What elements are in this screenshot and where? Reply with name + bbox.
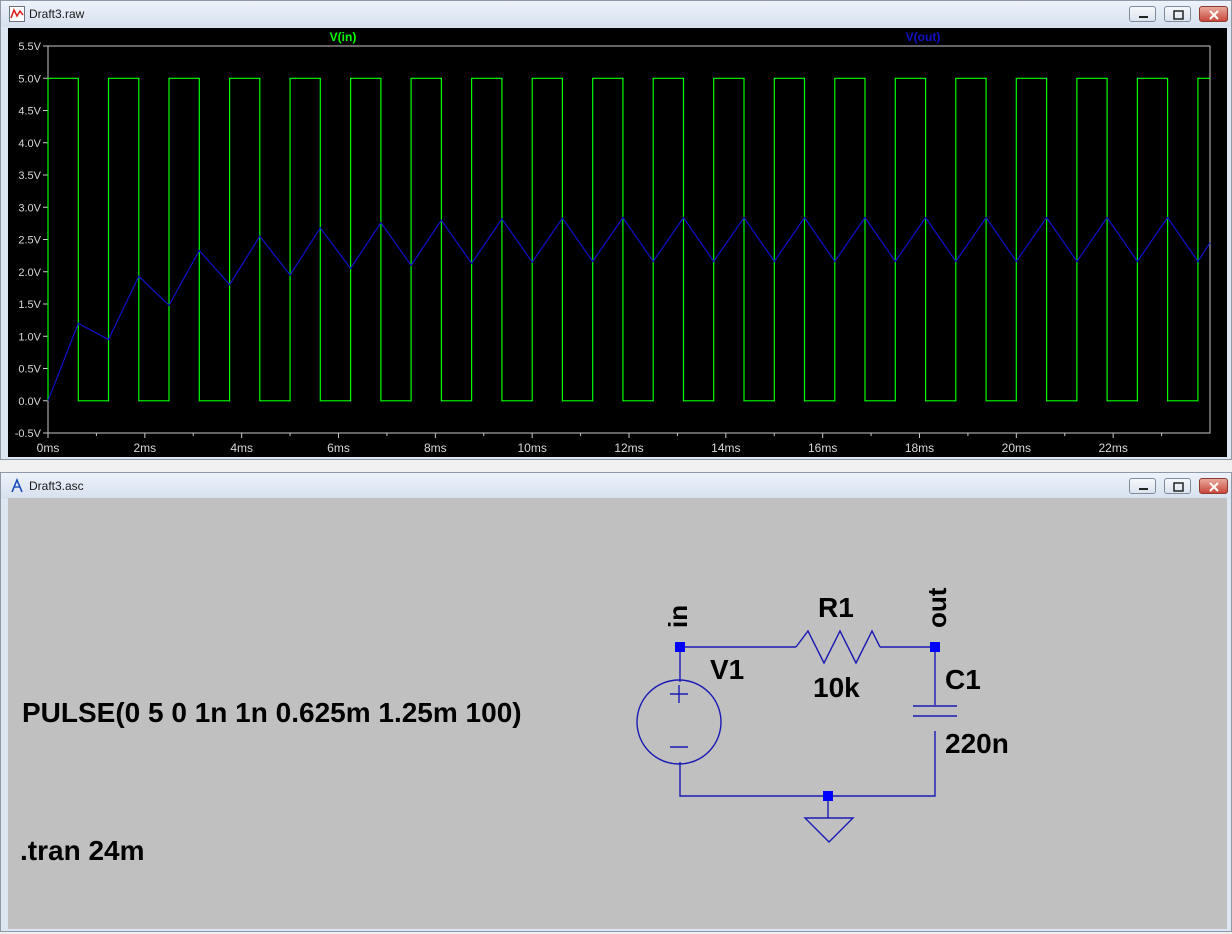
plot-frame [47,45,1211,434]
waveform-window: Draft3.raw 5.5V 5.0V 4.5V 4.0V 3.5V 3.0V 2.5V 2… [0,0,1232,460]
y-tick-label: 3.5V [18,170,41,182]
node-in-dot [675,642,685,652]
schematic-canvas[interactable]: in out R1 10k V1 C1 220n PULSE(0 5 0 1n … [8,498,1227,929]
waveform-window-titlebar[interactable]: Draft3.raw [1,1,1231,27]
y-tick-label: 5.5V [18,41,41,53]
net-label-out[interactable]: out [922,588,953,628]
y-tick-label: -0.5V [15,428,42,440]
close-button[interactable] [1199,6,1228,22]
waveform-icon [9,6,25,22]
close-icon [1209,482,1219,492]
y-tick-label: 3.0V [18,202,41,214]
resistor-name[interactable]: R1 [818,592,854,624]
x-tick-label: 10ms [517,441,546,455]
trace-vin[interactable] [47,77,1210,402]
schematic-window: Draft3.asc in out R1 10k V1 C1 220n PULS… [0,472,1232,932]
schematic-window-titlebar[interactable]: Draft3.asc [1,473,1231,499]
x-tick-label: 4ms [230,441,253,455]
y-tick-label: 1.0V [18,331,41,343]
close-button[interactable] [1199,478,1228,494]
legend-label-vin[interactable]: V(in) [330,30,357,44]
restore-icon [1173,10,1184,20]
capacitor-c1-symbol [913,705,957,717]
y-tick-label: 2.5V [18,235,41,247]
restore-icon [1173,482,1184,492]
node-out-dot [930,642,940,652]
y-tick-label: 2.0V [18,267,41,279]
x-tick-label: 8ms [424,441,447,455]
x-tick-label: 2ms [133,441,156,455]
x-tick-label: 14ms [711,441,740,455]
x-tick-label: 18ms [905,441,934,455]
minimize-button[interactable] [1129,478,1156,494]
capacitor-name[interactable]: C1 [945,664,981,696]
waveform-plot[interactable]: 5.5V 5.0V 4.5V 4.0V 3.5V 3.0V 2.5V 2.0V 1.5V 1.0V… [8,28,1227,457]
ground-symbol [803,817,855,843]
voltage-source-v1-symbol [636,679,722,765]
x-tick-label: 22ms [1098,441,1127,455]
tran-directive[interactable]: .tran 24m [20,835,145,867]
wire-v1-to-ground [679,731,936,797]
capacitor-value[interactable]: 220n [945,728,1009,760]
y-tick-label: 0.5V [18,364,41,376]
pulse-directive[interactable]: PULSE(0 5 0 1n 1n 0.625m 1.25m 100) [22,697,522,729]
x-tick-label: 12ms [614,441,643,455]
schematic-window-title: Draft3.asc [29,479,84,493]
x-tick-label: 0ms [37,441,60,455]
y-tick-label: 5.0V [18,73,41,85]
x-tick-label: 16ms [808,441,837,455]
trace-vout[interactable] [47,216,1211,402]
minimize-icon [1139,16,1148,18]
x-tick-label: 6ms [327,441,350,455]
y-tick-label: 0.0V [18,396,41,408]
minimize-icon [1139,488,1148,490]
maximize-button[interactable] [1164,6,1191,22]
y-tick-label: 4.5V [18,106,41,118]
resistor-r1-symbol [795,629,881,665]
resistor-value[interactable]: 10k [813,672,860,704]
minimize-button[interactable] [1129,6,1156,22]
net-label-in[interactable]: in [663,605,694,628]
maximize-button[interactable] [1164,478,1191,494]
x-tick-label: 20ms [1002,441,1031,455]
y-tick-label: 1.5V [18,299,41,311]
legend-label-vout[interactable]: V(out) [906,30,941,44]
ltspice-icon [11,478,23,493]
source-name[interactable]: V1 [710,654,744,686]
waveform-chart[interactable]: 5.5V 5.0V 4.5V 4.0V 3.5V 3.0V 2.5V 2.0V 1.5V 1.0V… [8,28,1227,457]
node-ground-dot [823,791,833,801]
waveform-window-title: Draft3.raw [29,7,85,21]
y-tick-label: 4.0V [18,138,41,150]
close-icon [1209,10,1219,20]
